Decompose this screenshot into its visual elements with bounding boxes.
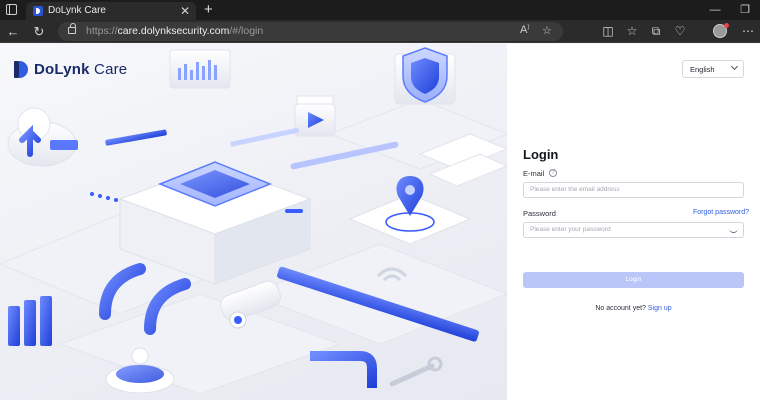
tab-title: DoLynk Care: [48, 5, 106, 16]
back-icon[interactable]: ←: [3, 22, 23, 41]
lock-icon[interactable]: [68, 23, 76, 34]
forgot-password-link[interactable]: Forgot password?: [693, 209, 749, 216]
more-icon[interactable]: ⋯: [738, 22, 758, 41]
email-placeholder: Please enter the email address: [530, 186, 620, 193]
video-block: [294, 95, 336, 137]
tab-close-icon[interactable]: ✕: [180, 3, 190, 19]
browser-tab[interactable]: DoLynk Care ✕: [26, 2, 196, 20]
hero-illustration: DoLynk Care: [0, 44, 507, 400]
signup-row: No account yet? Sign up: [507, 305, 760, 312]
minimize-icon[interactable]: —: [700, 0, 730, 20]
hide-password-eye-icon[interactable]: [729, 226, 738, 233]
brand-name: DoLynk Care: [34, 60, 128, 78]
password-field[interactable]: Please enter your password: [523, 222, 744, 238]
dolynk-favicon-icon: [33, 6, 43, 16]
window-menu-icon[interactable]: [6, 4, 17, 15]
split-screen-icon[interactable]: ◫: [598, 22, 618, 41]
isometric-security-scene: [0, 47, 507, 395]
bottom-bar-chart: [8, 296, 52, 346]
login-button[interactable]: Login: [523, 272, 744, 288]
sign-up-link[interactable]: Sign up: [648, 305, 672, 312]
browser-tab-bar: DoLynk Care ✕ + — ❐: [0, 0, 760, 20]
dolynk-logo-mark-icon: [14, 60, 28, 78]
collections-icon[interactable]: ⧉: [646, 22, 666, 41]
language-value: English: [690, 65, 715, 74]
refresh-icon[interactable]: ↻: [29, 22, 49, 41]
login-panel: English Login E-mail ? Please enter the …: [507, 44, 760, 400]
password-placeholder: Please enter your password: [530, 226, 611, 233]
password-label: Password: [523, 209, 556, 218]
login-title: Login: [523, 147, 559, 162]
address-bar[interactable]: https://care.dolynksecurity.com/#/login …: [58, 22, 563, 41]
cloud-upload-block: [7, 107, 78, 167]
maximize-icon[interactable]: ❐: [730, 0, 760, 20]
favorite-star-icon[interactable]: ☆: [542, 24, 552, 37]
new-tab-button[interactable]: +: [204, 0, 213, 19]
profile-avatar-icon[interactable]: [713, 23, 729, 38]
browser-toolbar: ← ↻ https://care.dolynksecurity.com/#/lo…: [0, 20, 760, 43]
bar-chart-block: [169, 49, 231, 89]
dolynk-care-logo: DoLynk Care: [14, 60, 127, 78]
no-account-text: No account yet?: [595, 305, 646, 312]
help-question-icon[interactable]: ?: [549, 169, 557, 177]
location-pin-block: [348, 176, 472, 245]
email-label: E-mail: [523, 169, 545, 178]
url-text[interactable]: https://care.dolynksecurity.com/#/login: [86, 25, 263, 37]
chevron-down-icon: [730, 62, 739, 71]
shield-block: [394, 47, 456, 105]
favorites-icon[interactable]: ☆: [622, 22, 642, 41]
email-field[interactable]: Please enter the email address: [523, 182, 744, 198]
heart-health-icon[interactable]: ♡: [670, 22, 690, 41]
read-aloud-icon[interactable]: A): [520, 24, 529, 36]
language-select[interactable]: English: [682, 60, 744, 78]
